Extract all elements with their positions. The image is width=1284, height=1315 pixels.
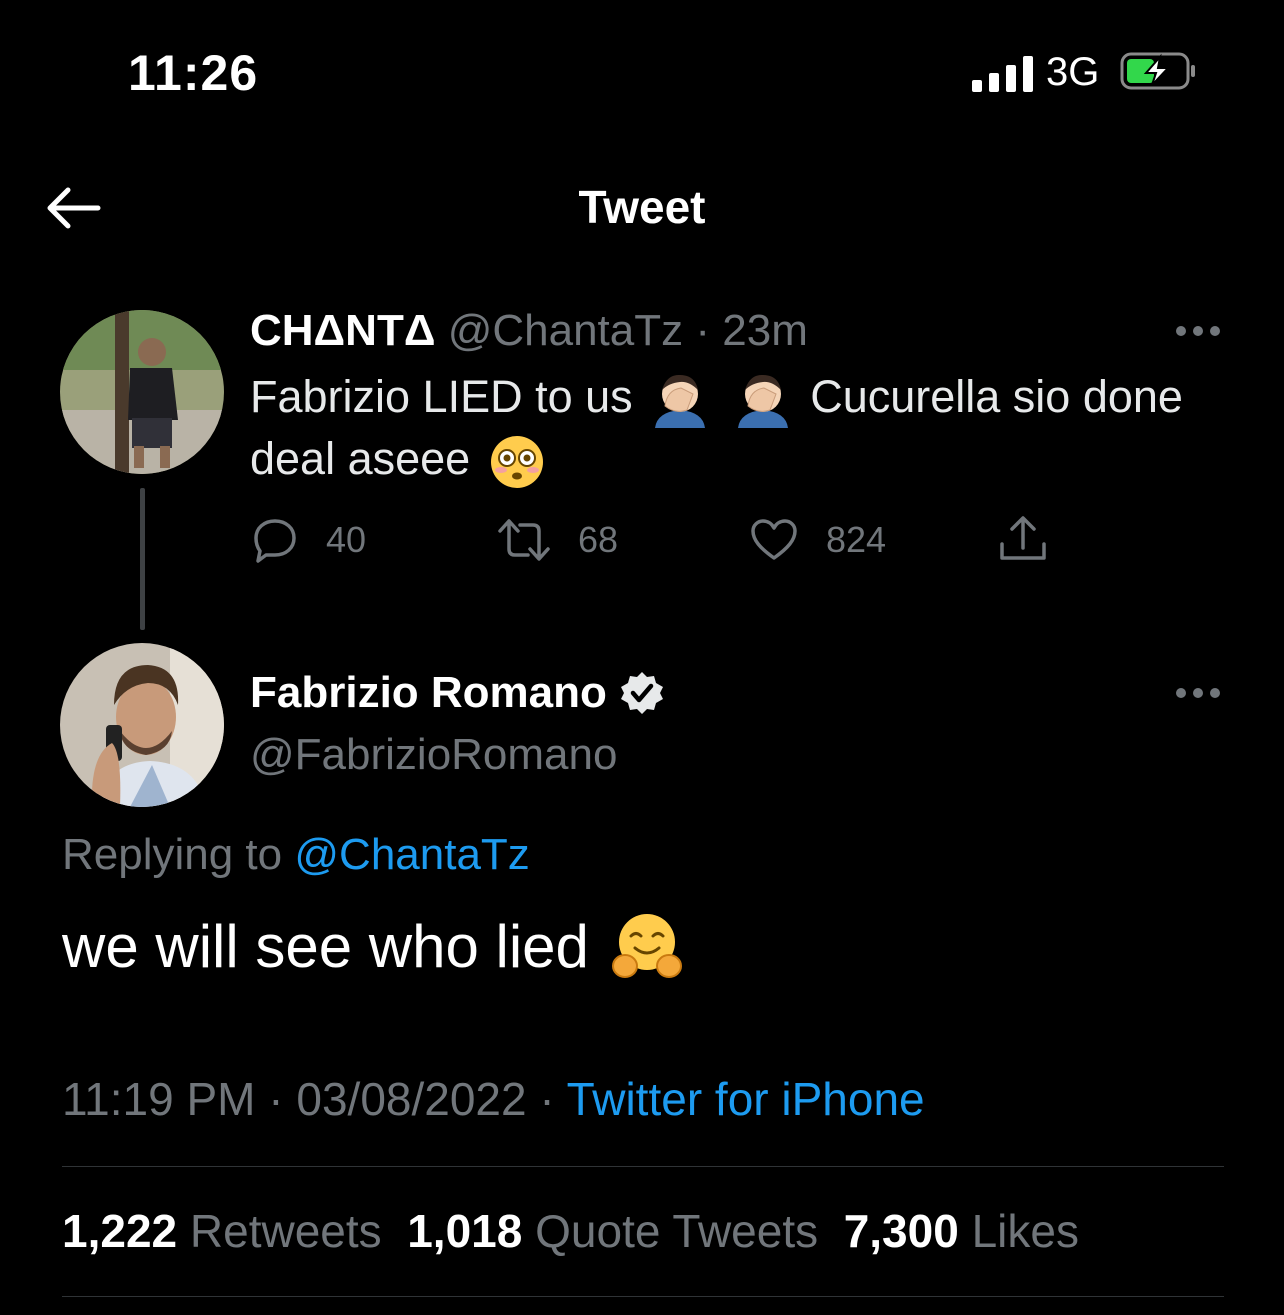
thread-connector xyxy=(140,488,145,630)
share-icon[interactable] xyxy=(998,514,1048,564)
reply-count: 40 xyxy=(326,519,367,560)
like-action[interactable]: 824 xyxy=(750,516,886,564)
page-title: Tweet xyxy=(578,181,706,233)
like-count: 824 xyxy=(826,519,887,560)
likes-count: 7,300 xyxy=(843,1205,959,1257)
main-tweet-text: we will see who lied xyxy=(62,910,683,982)
quotes-label: Quote Tweets xyxy=(535,1205,819,1257)
main-author-name-row: Fabrizio Romano xyxy=(250,668,665,718)
tweet-age: 23m xyxy=(722,306,808,355)
verified-badge-icon xyxy=(620,672,663,714)
separator-dot: · xyxy=(695,306,711,355)
status-time: 11:26 xyxy=(128,45,259,101)
retweet-icon xyxy=(498,519,550,561)
retweets-count: 1,222 xyxy=(62,1205,178,1257)
facepalm-emoji-icon xyxy=(737,375,788,429)
tweet-source-link[interactable]: Twitter for iPhone xyxy=(567,1073,925,1125)
author-handle[interactable]: @ChantaTz xyxy=(448,306,683,355)
likes-stat[interactable]: 7,300 Likes xyxy=(844,1205,1079,1257)
retweets-label: Retweets xyxy=(189,1205,382,1257)
avatar-chanta[interactable] xyxy=(60,310,224,474)
author-handle[interactable]: @FabrizioRomano xyxy=(250,730,617,780)
retweet-action[interactable]: 68 xyxy=(498,516,618,564)
flushed-face-emoji-icon xyxy=(490,436,543,489)
replying-to-handle-link[interactable]: @ChantaTz xyxy=(294,830,529,879)
parent-tweet-text: Fabrizio LIED to us Cucurella sio done d… xyxy=(250,366,1230,490)
facepalm-emoji-icon xyxy=(655,375,706,429)
author-name[interactable]: CHΔNTΔ xyxy=(250,306,435,355)
separator-dot: · xyxy=(539,1073,555,1125)
heart-icon xyxy=(751,519,797,560)
author-name[interactable]: Fabrizio Romano xyxy=(250,668,607,718)
retweet-count: 68 xyxy=(578,519,619,560)
quotes-count: 1,018 xyxy=(407,1205,523,1257)
replying-to: Replying to @ChantaTz xyxy=(62,830,530,880)
divider xyxy=(62,1166,1224,1167)
more-options-icon[interactable] xyxy=(1176,326,1220,338)
avatar-fabrizio-romano[interactable] xyxy=(60,643,224,807)
parent-tweet-header: CHΔNTΔ @ChantaTz · 23m xyxy=(250,306,808,356)
battery-charging-icon xyxy=(1120,52,1195,90)
reply-action[interactable]: 40 xyxy=(252,516,366,564)
replying-to-label: Replying to xyxy=(62,830,283,879)
more-options-icon[interactable] xyxy=(1176,688,1220,700)
tweet-text-part: Fabrizio LIED to us xyxy=(250,371,633,422)
tweet-time: 11:19 PM xyxy=(62,1073,256,1125)
divider xyxy=(62,1296,1224,1297)
tweet-stats: 1,222 Retweets 1,018 Quote Tweets 7,300 … xyxy=(62,1204,1079,1258)
tweet-text: we will see who lied xyxy=(62,912,589,980)
hugging-face-emoji-icon xyxy=(611,914,682,978)
tweet-date: 03/08/2022 xyxy=(296,1073,527,1125)
reply-icon xyxy=(254,519,296,563)
separator-dot: · xyxy=(268,1073,284,1125)
likes-label: Likes xyxy=(971,1205,1079,1257)
retweets-stat[interactable]: 1,222 Retweets xyxy=(62,1205,382,1257)
tweet-meta: 11:19 PM · 03/08/2022 · Twitter for iPho… xyxy=(62,1072,925,1126)
quote-tweets-stat[interactable]: 1,018 Quote Tweets xyxy=(407,1205,818,1257)
network-type: 3G xyxy=(1046,50,1100,94)
cellular-signal-icon xyxy=(972,56,1034,92)
